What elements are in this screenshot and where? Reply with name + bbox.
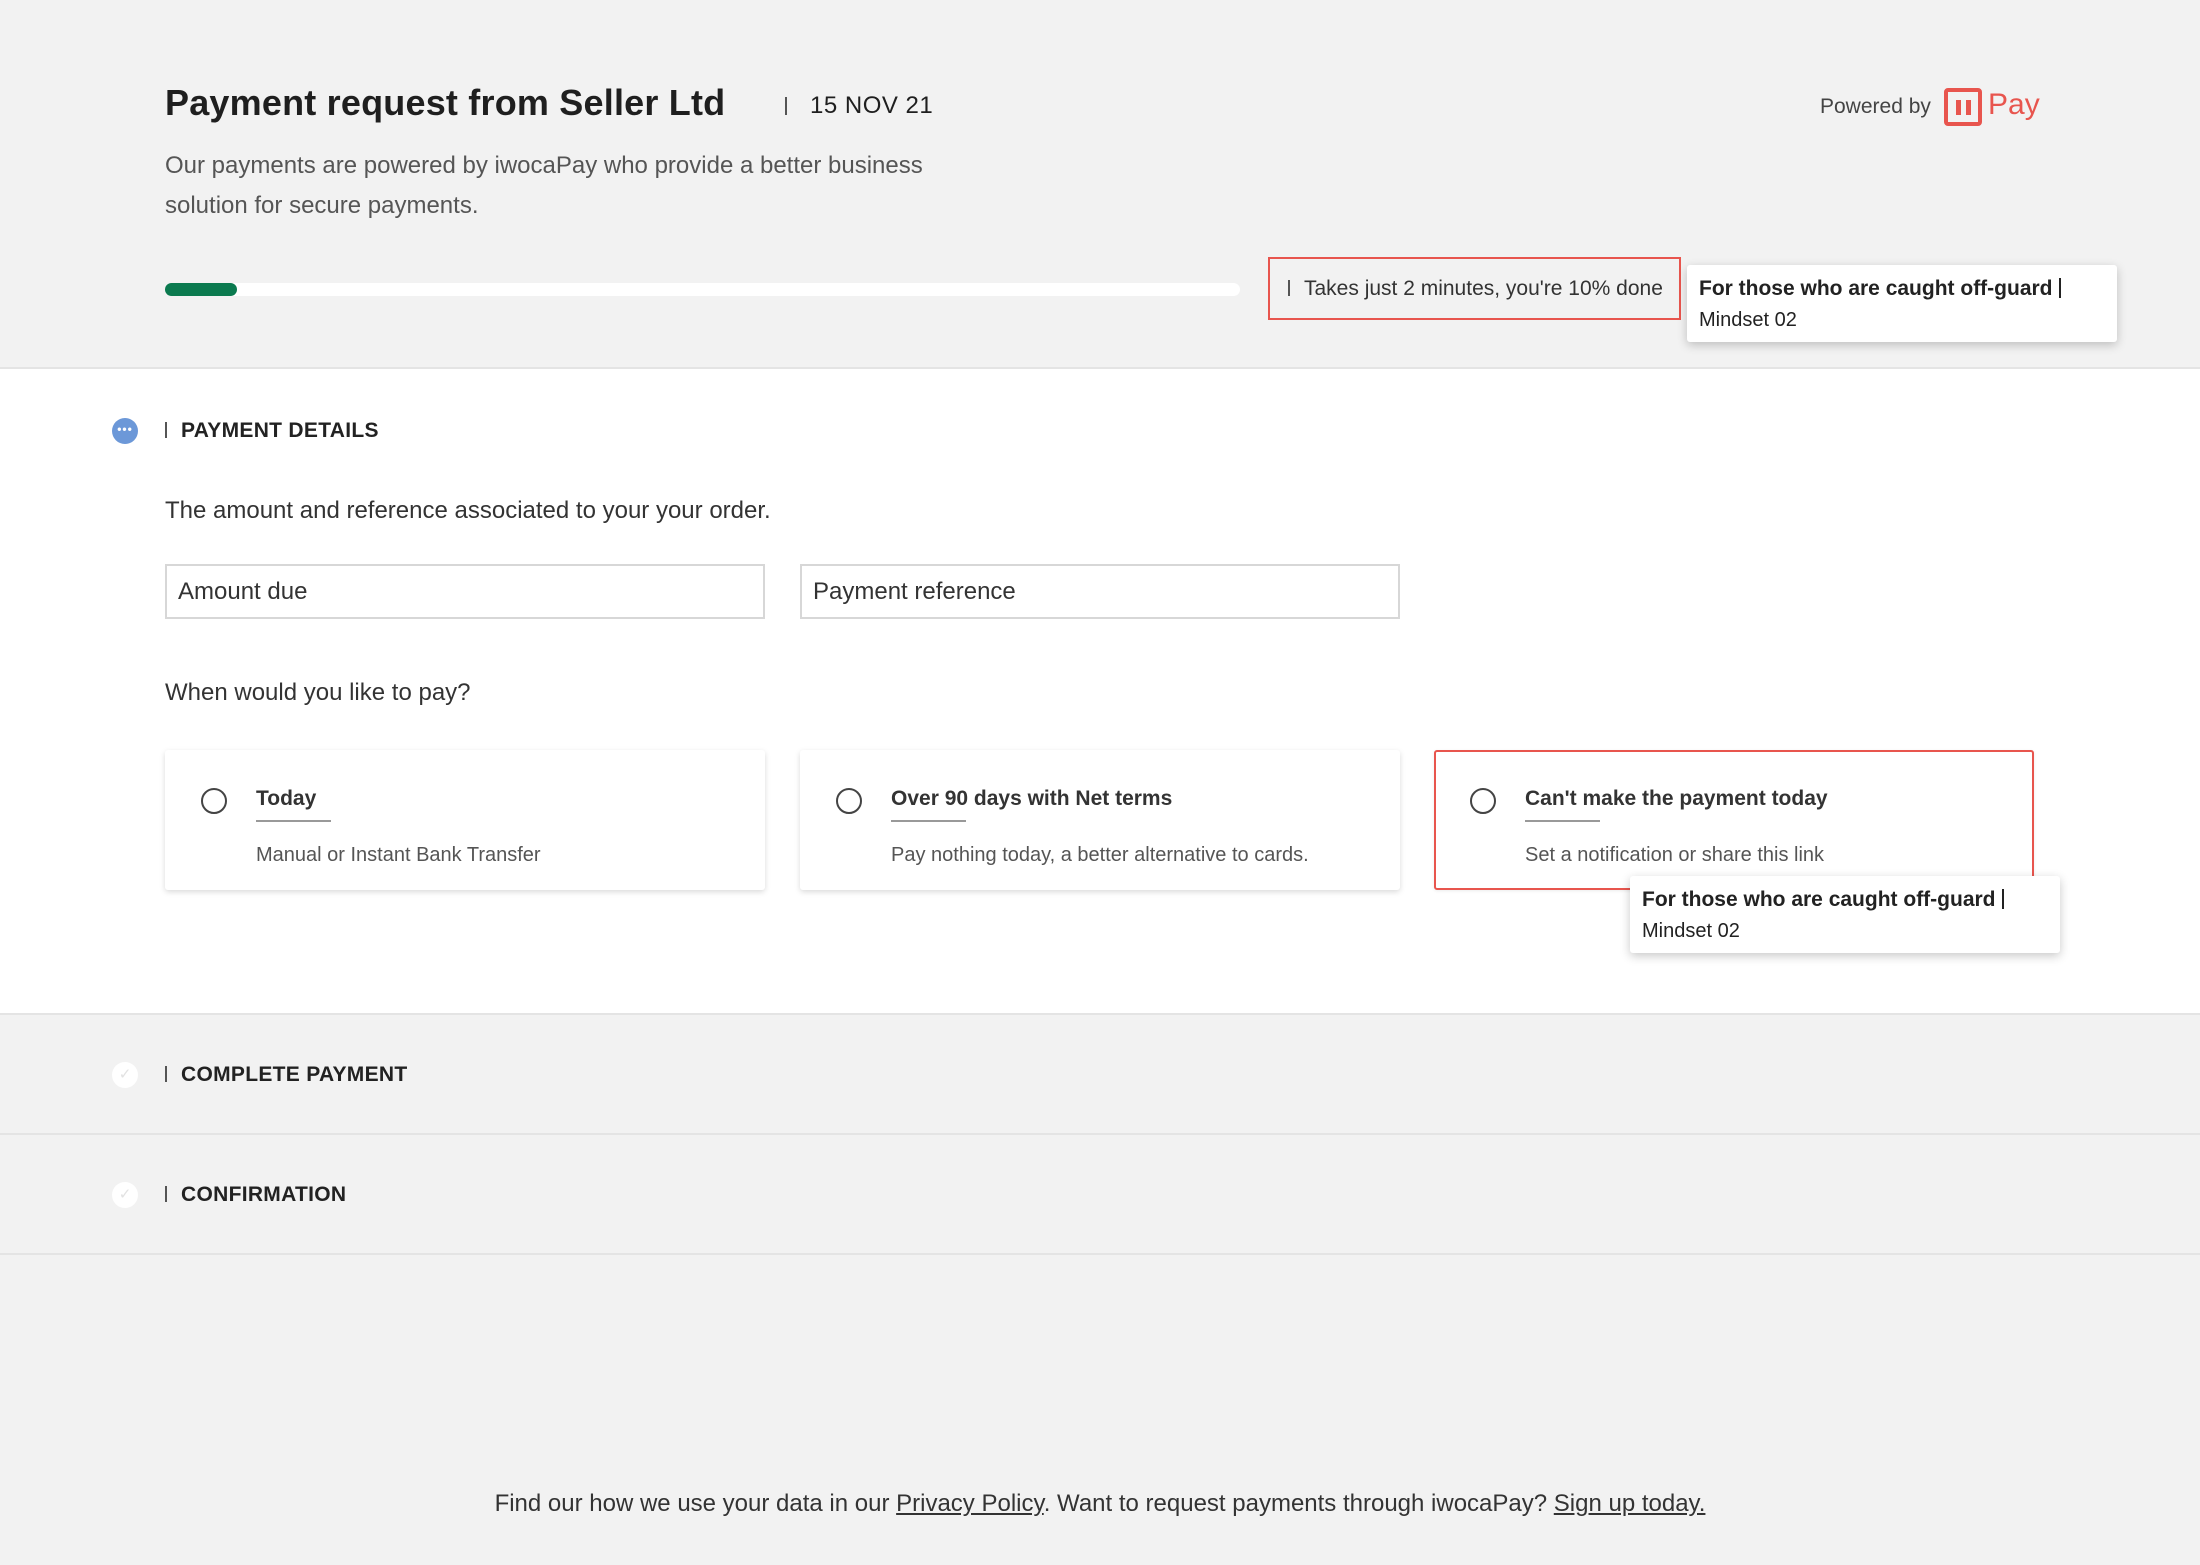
option-title: Over 90 days with Net terms [891, 787, 1173, 810]
option-subtitle: Pay nothing today, a better alternative … [891, 844, 1309, 866]
option-divider [256, 820, 331, 822]
option-net-terms[interactable]: Over 90 days with Net terms Pay nothing … [800, 750, 1400, 890]
request-date: 15 NOV 21 [810, 92, 934, 119]
page-subtitle: Our payments are powered by iwocaPay who… [165, 152, 923, 219]
section-heading-label: COMPLETE PAYMENT [181, 1063, 408, 1086]
step-in-progress-icon: ••• [112, 418, 138, 444]
option-title: Today [256, 787, 317, 810]
check-icon: ✓ [112, 1182, 138, 1208]
progress-bar-fill [165, 283, 238, 296]
radio-button[interactable] [836, 788, 862, 814]
section-description: The amount and reference associated to y… [165, 497, 771, 524]
option-divider [891, 820, 966, 822]
option-title: Can't make the payment today [1525, 787, 1828, 810]
radio-button[interactable] [201, 788, 227, 814]
heading-divider [165, 1186, 167, 1202]
privacy-policy-link[interactable]: Privacy Policy [896, 1490, 1044, 1517]
option-subtitle: Manual or Instant Bank Transfer [256, 844, 541, 866]
heading-divider [165, 422, 167, 438]
section-complete-payment: ✓ COMPLETE PAYMENT [0, 1015, 2200, 1135]
section-heading-label: PAYMENT DETAILS [181, 419, 379, 442]
page-title: Payment request from Seller Ltd [165, 82, 726, 123]
text-caret [2001, 889, 2004, 909]
option-subtitle: Set a notification or share this link [1525, 844, 1825, 866]
annotation-tooltip: For those who are caught off-guard Minds… [1630, 876, 2060, 953]
check-icon: ✓ [112, 1062, 138, 1088]
progress-note-text: Takes just 2 minutes, you're 10% done [1304, 277, 1663, 300]
option-divider [1525, 820, 1600, 822]
section-heading-label: CONFIRMATION [181, 1183, 347, 1206]
page-footer: Find our how we use your data in our Pri… [0, 1490, 2200, 1518]
iwocapay-logo-icon [1944, 88, 1982, 126]
tooltip-subtitle: Mindset 02 [1642, 920, 1740, 942]
sign-up-link[interactable]: Sign up today. [1554, 1490, 1706, 1517]
heading-divider [165, 1066, 167, 1082]
footer-text: . Want to request payments through iwoca… [1043, 1490, 1554, 1517]
powered-by-label: Powered by [1820, 95, 1931, 118]
section-heading[interactable]: CONFIRMATION [165, 1183, 346, 1207]
tooltip-title: For those who are caught off-guard [1699, 277, 2053, 300]
annotation-tooltip: For those who are caught off-guard Minds… [1687, 265, 2117, 342]
tooltip-title: For those who are caught off-guard [1642, 888, 1996, 911]
progress-bar [165, 283, 1240, 296]
footer-text: Find our how we use your data in our [494, 1490, 897, 1517]
radio-button[interactable] [1470, 788, 1496, 814]
amount-due-field[interactable] [165, 564, 765, 619]
payment-reference-input[interactable] [802, 566, 1398, 617]
brand-name: Pay [1988, 88, 2040, 121]
progress-note: Takes just 2 minutes, you're 10% done [1268, 257, 1681, 320]
payment-reference-field[interactable] [800, 564, 1400, 619]
section-heading[interactable]: PAYMENT DETAILS [165, 419, 379, 443]
payment-timing-question: When would you like to pay? [165, 679, 471, 706]
title-divider [785, 97, 787, 115]
option-pay-today[interactable]: Today Manual or Instant Bank Transfer [165, 750, 765, 890]
option-pay-later[interactable]: Can't make the payment today Set a notif… [1434, 750, 2034, 890]
tooltip-subtitle: Mindset 02 [1699, 309, 1797, 331]
section-heading[interactable]: COMPLETE PAYMENT [165, 1063, 408, 1087]
text-caret [2058, 278, 2061, 298]
note-divider [1288, 280, 1290, 296]
section-confirmation: ✓ CONFIRMATION [0, 1135, 2200, 1255]
amount-due-input[interactable] [167, 566, 763, 617]
